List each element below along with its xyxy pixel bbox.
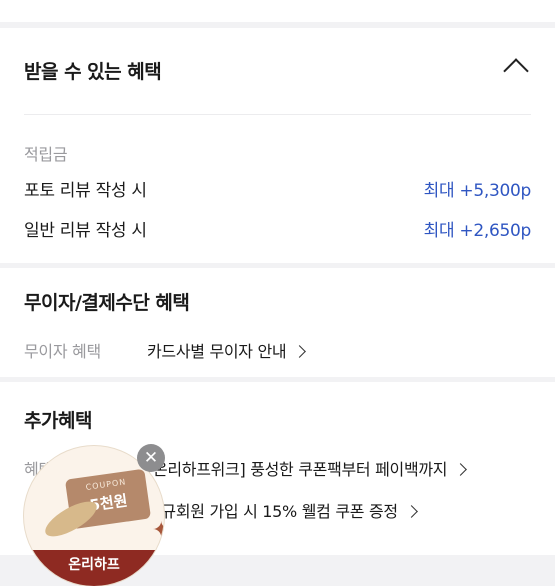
coupon-band: 온리하프: [24, 550, 164, 586]
benefits-section: 받을 수 있는 혜택 적립금 포토 리뷰 작성 시 최대 +5,300p 일반 …: [0, 28, 555, 263]
chevron-up-icon[interactable]: [503, 58, 529, 84]
extra-item-1[interactable]: [온리하프위크] 풍성한 쿠폰팩부터 페이백까지: [147, 456, 468, 480]
top-strip: [0, 0, 555, 22]
extra-item-1-text: [온리하프위크] 풍성한 쿠폰팩부터 페이백까지: [147, 460, 448, 479]
close-icon[interactable]: ✕: [137, 444, 165, 472]
extra-title: 추가혜택: [24, 410, 92, 432]
installment-section: 무이자/결제수단 혜택 무이자 혜택 카드사별 무이자 안내: [0, 268, 555, 377]
divider: [24, 114, 531, 115]
photo-review-points: 최대 +5,300p: [423, 181, 532, 201]
installment-link-text: 카드사별 무이자 안내: [147, 342, 287, 361]
extra-item-2-text: 신규회원 가입 시 15% 웰컴 쿠폰 증정: [147, 502, 398, 521]
photo-review-label: 포토 리뷰 작성 시: [24, 181, 147, 201]
chevron-right-icon: [293, 345, 307, 358]
coupon-band-text: 온리하프: [68, 557, 120, 573]
chevron-right-icon: [404, 505, 418, 518]
text-review-label: 일반 리뷰 작성 시: [24, 221, 147, 241]
maple-leaf-icon: ✦: [152, 518, 164, 543]
text-review-points: 최대 +2,650p: [423, 221, 532, 241]
installment-link[interactable]: 카드사별 무이자 안내: [147, 338, 307, 362]
benefits-title: 받을 수 있는 혜택: [24, 61, 162, 83]
chevron-right-icon: [454, 463, 468, 476]
installment-title: 무이자/결제수단 혜택: [24, 292, 190, 314]
points-label: 적립금: [24, 145, 68, 164]
extra-item-2[interactable]: 신규회원 가입 시 15% 웰컴 쿠폰 증정: [147, 498, 418, 522]
installment-label: 무이자 혜택: [24, 342, 101, 361]
